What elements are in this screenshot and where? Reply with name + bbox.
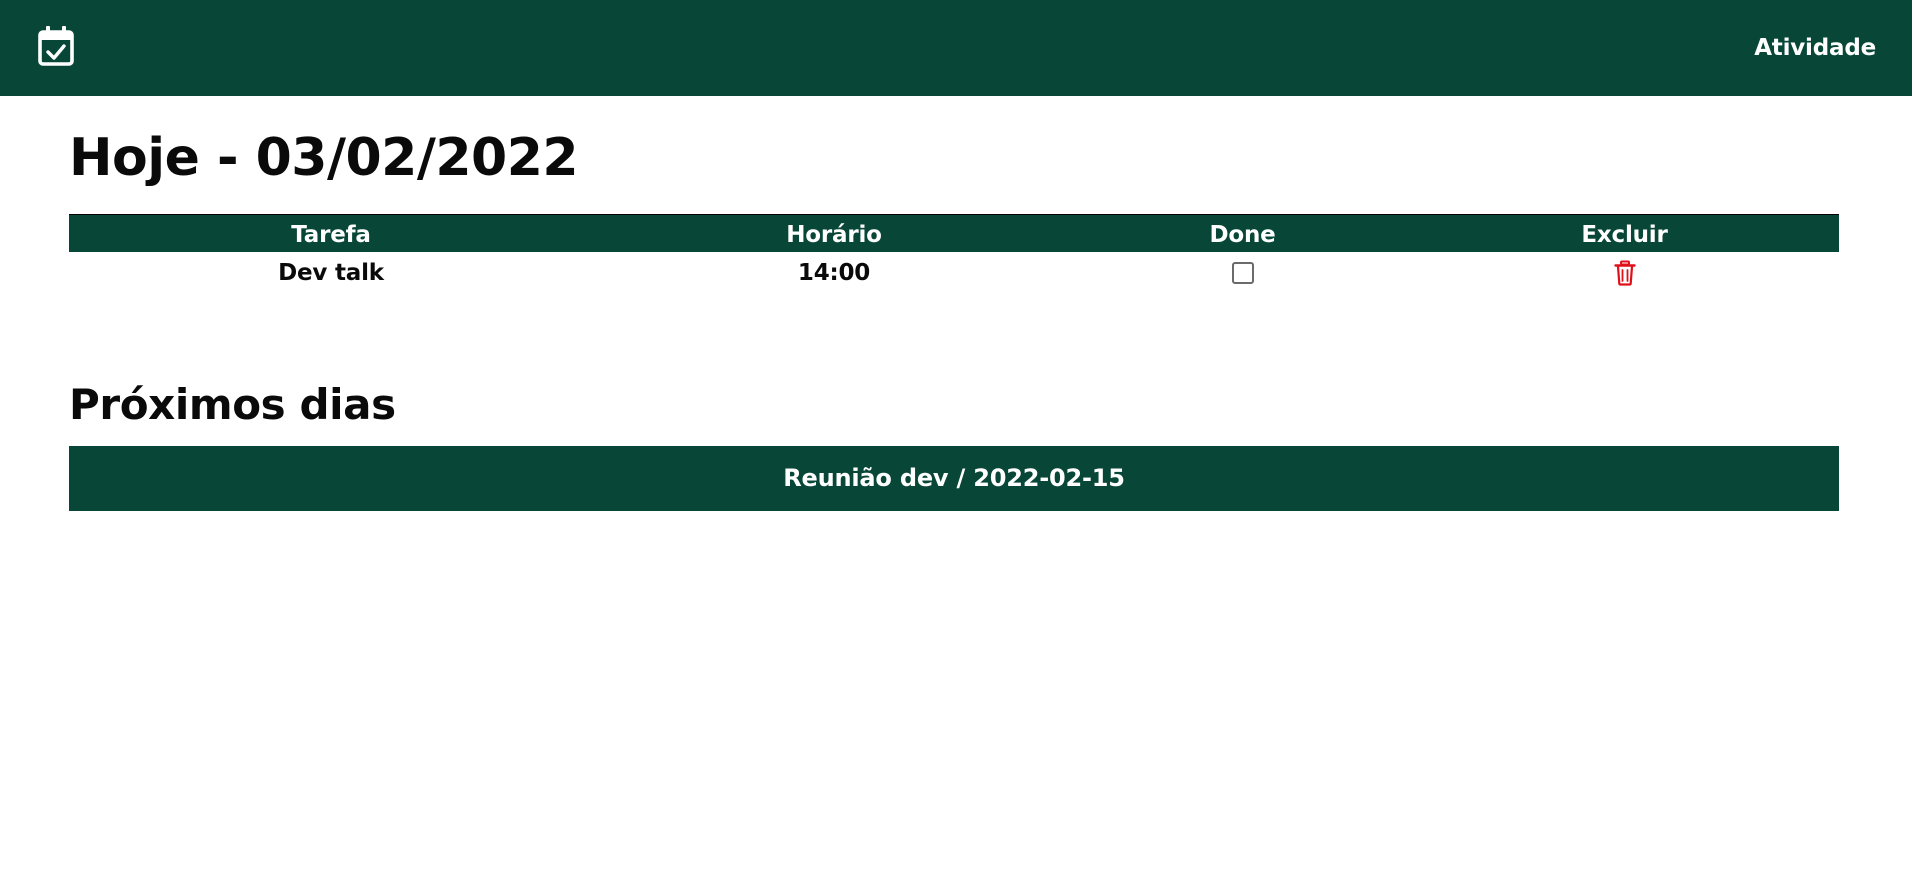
column-header-time: Horário <box>786 221 882 248</box>
task-delete-cell <box>1410 252 1839 294</box>
main-content: Hoje - 03/02/2022 Tarefa Horário Done Ex… <box>69 96 1839 511</box>
top-navbar: Atividade <box>0 0 1912 96</box>
calendar-check-icon[interactable] <box>36 26 76 68</box>
column-header-done: Done <box>1209 221 1276 248</box>
today-tasks-table: Tarefa Horário Done Excluir Dev talk 14:… <box>69 214 1839 294</box>
today-title: Hoje - 03/02/2022 <box>69 128 579 188</box>
task-time: 14:00 <box>797 259 871 286</box>
task-name: Dev talk <box>278 259 384 286</box>
task-done-cell <box>1075 252 1410 294</box>
table-header-row: Tarefa Horário Done Excluir <box>69 214 1839 252</box>
done-checkbox[interactable] <box>1231 262 1254 284</box>
table-row: Dev talk 14:00 <box>69 252 1839 294</box>
nav-link-atividade[interactable]: Atividade <box>1754 35 1876 61</box>
trash-icon[interactable] <box>1613 259 1636 286</box>
column-header-task: Tarefa <box>291 221 371 248</box>
upcoming-item[interactable]: Reunião dev / 2022-02-15 <box>69 445 1839 511</box>
upcoming-item-label: Reunião dev / 2022-02-15 <box>783 464 1125 492</box>
column-header-delete: Excluir <box>1581 221 1668 248</box>
upcoming-title: Próximos dias <box>69 379 396 429</box>
